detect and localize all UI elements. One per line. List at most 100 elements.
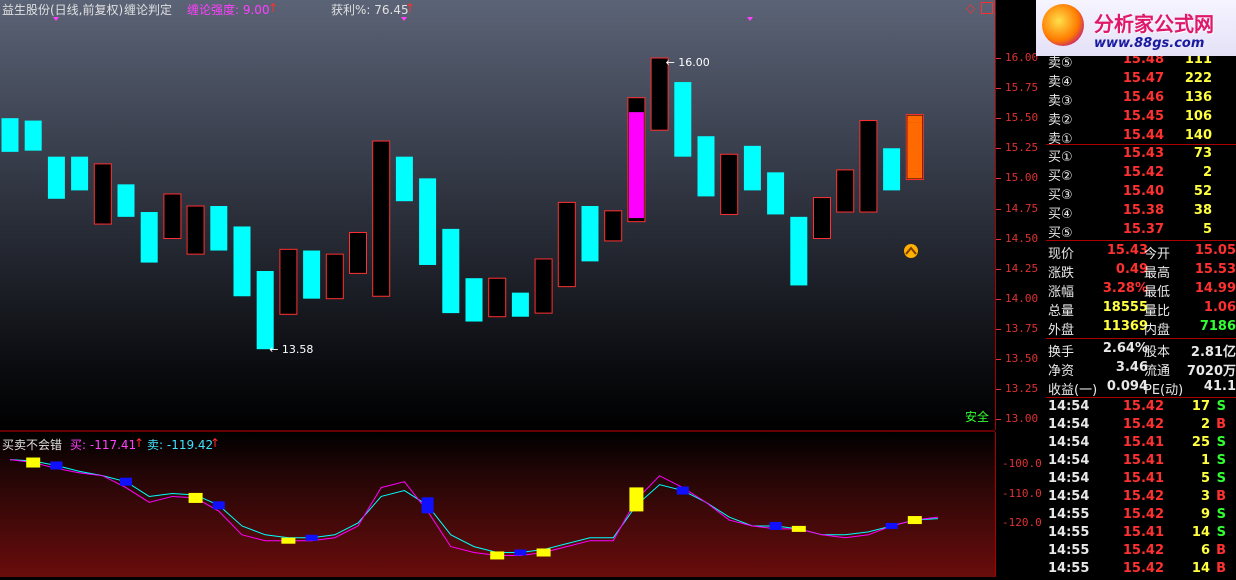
level-volume: 73 — [1193, 146, 1212, 161]
logo: 分析家公式网 www.88gs.com — [1036, 0, 1236, 56]
signal-block-yellow — [629, 487, 644, 512]
signal-block-yellow — [188, 492, 203, 503]
level-volume: 52 — [1193, 184, 1212, 199]
candle-up — [813, 197, 831, 240]
buy-level-row[interactable]: 买① 15.43 73 — [1046, 146, 1236, 165]
tick-side: B — [1216, 561, 1226, 576]
candle-down — [465, 278, 483, 322]
candle-down — [511, 292, 529, 317]
price-tick-label: 14.25 — [1005, 261, 1039, 275]
level-label: 买③ — [1048, 188, 1073, 203]
min-price-label: ← 13.58 — [269, 343, 313, 356]
sell-level-row[interactable]: 卖③ 15.46 136 — [1046, 90, 1236, 109]
buy-level-row[interactable]: 买② 15.42 2 — [1046, 165, 1236, 184]
signal-block-blue — [50, 461, 63, 470]
tick-volume: 17 — [1191, 399, 1210, 414]
fundamental-row[interactable]: 净资 3.46 流通 7020万 — [1046, 360, 1236, 379]
buy-level-row[interactable]: 买⑤ 15.37 5 — [1046, 222, 1236, 241]
fund-value: 0.094 — [1106, 379, 1148, 394]
signal-block-blue — [514, 549, 527, 556]
kline-canvas[interactable]: ← 16.00 ← 13.58 — [0, 0, 995, 430]
indicator-tick-label: -120.0 — [1002, 516, 1042, 529]
candle-down — [47, 156, 65, 199]
tick-row[interactable]: 14:55 15.42 6 B — [1046, 543, 1236, 561]
level-price: 15.46 — [1122, 90, 1164, 105]
indicator-name: 缠论判定 — [124, 3, 173, 17]
candlestick-chart[interactable]: ← 16.00 ← 13.58 — [0, 0, 995, 430]
tick-row[interactable]: 14:54 15.41 5 S — [1046, 471, 1236, 489]
indicator-chart[interactable] — [0, 432, 995, 577]
level-price: 15.37 — [1122, 222, 1164, 237]
tick-row[interactable]: 14:54 15.42 17 S — [1046, 399, 1236, 417]
signal-block-yellow — [536, 548, 551, 557]
tick-time: 14:55 — [1048, 507, 1090, 522]
price-tick — [996, 178, 1001, 180]
tick-row[interactable]: 14:55 15.42 14 B — [1046, 561, 1236, 579]
level-price: 15.43 — [1122, 146, 1164, 161]
tick-row[interactable]: 14:54 15.41 25 S — [1046, 435, 1236, 453]
candle-current — [907, 122, 923, 172]
fundamental-row[interactable]: 收益(一) 0.094 PE(动) 41.1 — [1046, 379, 1236, 398]
quote-row[interactable]: 涨幅 3.28% 最低 14.99 — [1046, 281, 1236, 300]
quote-value: 3.28% — [1102, 281, 1148, 296]
quote-row[interactable]: 涨跌 0.49 最高 15.53 — [1046, 262, 1236, 281]
buy-level-row[interactable]: 买③ 15.40 52 — [1046, 184, 1236, 203]
diamond-icon[interactable]: ◇ — [966, 1, 975, 15]
price-tick — [996, 118, 1001, 120]
candle-down — [140, 212, 158, 263]
quote-row[interactable]: 总量 18555 量比 1.06 — [1046, 300, 1236, 319]
fund-value: 7020万 — [1186, 364, 1236, 379]
signal-block-blue — [212, 501, 225, 510]
tick-volume: 14 — [1191, 561, 1210, 576]
tick-row[interactable]: 14:55 15.42 9 S — [1046, 507, 1236, 525]
fund-label: 收益(一) — [1048, 383, 1098, 398]
sell-level-row[interactable]: 卖② 15.45 106 — [1046, 109, 1236, 128]
maximize-icon[interactable] — [981, 2, 993, 14]
tick-row[interactable]: 14:54 15.41 1 S — [1046, 453, 1236, 471]
candle-down — [71, 156, 89, 191]
fundamental-row[interactable]: 换手 2.64% 股本 2.81亿 — [1046, 341, 1236, 360]
quote-row[interactable]: 现价 15.43 今开 15.05 — [1046, 243, 1236, 262]
candle-down — [1, 118, 19, 152]
signal-block-blue — [676, 486, 689, 495]
tick-price: 15.42 — [1122, 507, 1164, 522]
candle-up — [325, 253, 344, 300]
tick-row[interactable]: 14:54 15.42 2 B — [1046, 417, 1236, 435]
signal-block-blue — [769, 521, 782, 530]
quote-label: 涨幅 — [1048, 285, 1075, 300]
candle-down — [697, 136, 715, 197]
candle-up — [93, 163, 112, 225]
price-tick-label: 15.75 — [1005, 81, 1039, 95]
tick-time: 14:54 — [1048, 399, 1090, 414]
tick-volume: 1 — [1200, 453, 1210, 468]
candle-up — [720, 153, 739, 215]
signal-block-blue — [305, 534, 318, 541]
tick-volume: 6 — [1200, 543, 1210, 558]
buy-line-label: 买: -117.41 — [70, 438, 137, 452]
level-volume: 136 — [1184, 90, 1212, 105]
signal-block-yellow — [281, 537, 296, 544]
safety-label: 安全 — [965, 410, 990, 424]
sell-level-row[interactable]: 卖④ 15.47 222 — [1046, 71, 1236, 90]
up-arrow-icon: ↑ — [268, 1, 279, 15]
level-price: 15.44 — [1122, 128, 1164, 143]
tick-row[interactable]: 14:54 15.42 3 B — [1046, 489, 1236, 507]
tick-volume: 25 — [1191, 435, 1210, 450]
signal-block-yellow — [791, 525, 806, 532]
price-tick-label: 13.50 — [1005, 352, 1039, 365]
up-arrow-icon: ↑ — [210, 436, 221, 450]
candle-down — [395, 156, 413, 202]
level-price: 15.45 — [1122, 109, 1164, 124]
panel-divider — [1046, 397, 1236, 398]
tick-row[interactable]: 14:55 15.41 14 S — [1046, 525, 1236, 543]
tick-volume: 14 — [1191, 525, 1210, 540]
buy-level-row[interactable]: 买④ 15.38 38 — [1046, 203, 1236, 222]
price-tick-label: 15.50 — [1005, 111, 1039, 125]
tick-side: S — [1216, 435, 1226, 450]
quote-label: 总量 — [1048, 304, 1075, 319]
quote-row[interactable]: 外盘 11369 内盘 7186 — [1046, 319, 1236, 338]
tick-price: 15.42 — [1122, 417, 1164, 432]
candle-up — [836, 169, 855, 213]
quote-label: 最低 — [1144, 285, 1171, 300]
indicator-canvas[interactable] — [0, 432, 995, 577]
